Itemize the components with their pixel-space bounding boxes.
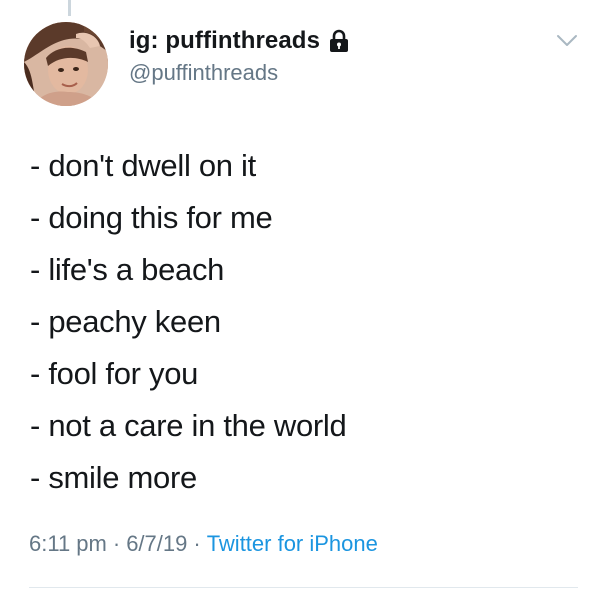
avatar-photo	[24, 22, 108, 106]
tweet-line: - don't dwell on it	[30, 148, 256, 183]
tweet-text: - don't dwell on it - doing this for me …	[30, 140, 347, 504]
tweet-line: - not a care in the world	[30, 408, 347, 443]
divider	[29, 587, 578, 588]
meta-separator: ·	[193, 531, 201, 556]
avatar[interactable]	[24, 22, 108, 106]
chevron-down-icon[interactable]	[556, 34, 578, 48]
thread-connector-line	[68, 0, 71, 16]
tweet-line: - fool for you	[30, 356, 199, 391]
tweet-line: - smile more	[30, 460, 197, 495]
tweet-metadata: 6:11 pm · 6/7/19 · Twitter for iPhone	[29, 531, 378, 557]
author-handle[interactable]: @puffinthreads	[129, 60, 278, 86]
lock-icon	[329, 29, 349, 53]
meta-separator: ·	[112, 531, 121, 556]
author-display-name[interactable]: ig: puffinthreads	[129, 27, 320, 55]
tweet-line: - peachy keen	[30, 304, 221, 339]
tweet-source-link[interactable]: Twitter for iPhone	[207, 531, 378, 556]
tweet-line: - life's a beach	[30, 252, 225, 287]
author-display-name-row[interactable]: ig: puffinthreads	[129, 26, 349, 56]
tweet-line: - doing this for me	[30, 200, 273, 235]
tweet-time[interactable]: 6:11 pm	[29, 531, 107, 556]
tweet-date[interactable]: 6/7/19	[126, 531, 187, 556]
